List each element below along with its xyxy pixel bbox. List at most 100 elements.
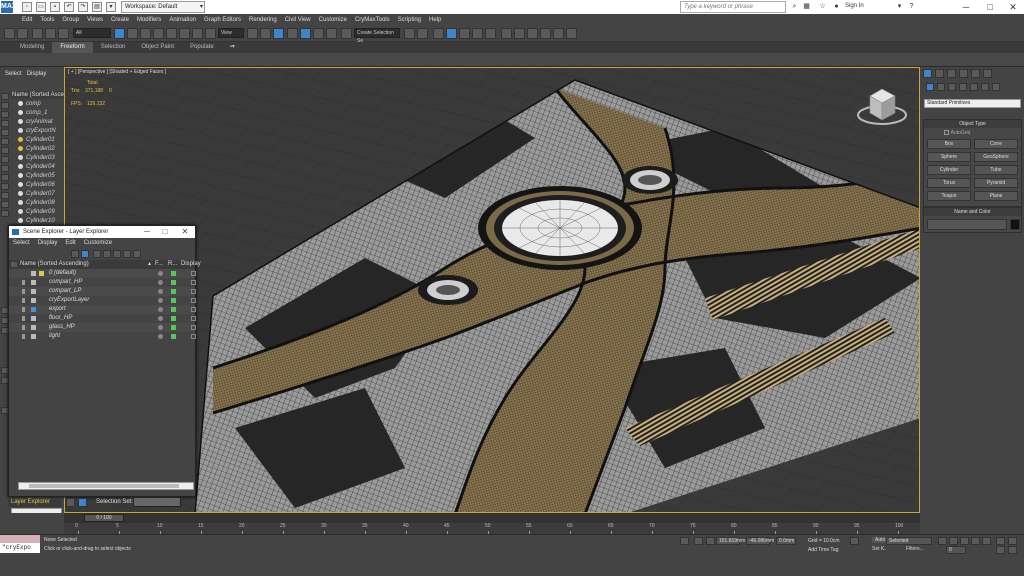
list-item[interactable]: Cylinder03 bbox=[10, 154, 64, 163]
helpers-icon[interactable] bbox=[970, 83, 978, 91]
list-item[interactable]: Cylinder08 bbox=[10, 199, 64, 208]
angle-snap-icon[interactable] bbox=[300, 28, 311, 39]
save-file-icon[interactable]: ▪ bbox=[50, 2, 60, 12]
display-toggle-icon[interactable] bbox=[191, 289, 196, 294]
display-tab-icon[interactable] bbox=[971, 69, 980, 78]
freeze-toggle-icon[interactable] bbox=[158, 307, 163, 312]
move-icon[interactable] bbox=[166, 28, 177, 39]
create-tab-icon[interactable] bbox=[923, 69, 932, 78]
display-all-icon[interactable] bbox=[1, 201, 9, 208]
maximize-button[interactable]: □ bbox=[979, 0, 1001, 14]
table-row[interactable]: compart_LP bbox=[9, 287, 196, 296]
display-toggle-icon[interactable] bbox=[191, 307, 196, 312]
expand-arrow-icon[interactable] bbox=[22, 298, 25, 303]
tab-modeling[interactable]: Modeling bbox=[12, 42, 52, 53]
filter-shapes-icon[interactable] bbox=[1, 102, 9, 109]
menu-rendering[interactable]: Rendering bbox=[245, 14, 281, 26]
layer-properties-icon[interactable] bbox=[113, 250, 121, 258]
list-item[interactable]: cryExportN bbox=[10, 127, 64, 136]
layer-explorer-titlebar[interactable]: Scene Explorer - Layer Explorer ─ □ ✕ bbox=[9, 226, 195, 238]
freeze-toggle-icon[interactable] bbox=[158, 280, 163, 285]
menu-scripting[interactable]: Scripting bbox=[394, 14, 425, 26]
schematic-view-icon[interactable] bbox=[485, 28, 496, 39]
expand-arrow-icon[interactable] bbox=[22, 289, 25, 294]
display-toggle-icon[interactable] bbox=[191, 334, 196, 339]
list-item[interactable]: Cylinder09 bbox=[10, 208, 64, 217]
list-item[interactable]: comp_1 bbox=[10, 109, 64, 118]
cone-button[interactable]: Cone bbox=[974, 139, 1018, 149]
modify-tab-icon[interactable] bbox=[935, 69, 944, 78]
layer-menu-edit[interactable]: Edit bbox=[61, 238, 79, 249]
filter-groups-icon[interactable] bbox=[1, 147, 9, 154]
render-in-cloud-icon[interactable] bbox=[553, 28, 564, 39]
filter-hidden-icon[interactable] bbox=[1, 192, 9, 199]
time-slider[interactable]: 0 / 100 bbox=[64, 513, 920, 523]
tab-selection[interactable]: Selection bbox=[93, 42, 134, 53]
layer-tool-icon[interactable] bbox=[71, 250, 79, 258]
undo-icon[interactable] bbox=[4, 28, 15, 39]
named-selection-dropdown[interactable]: Create Selection Se bbox=[354, 28, 400, 44]
add-time-tag-button[interactable]: Add Time Tag bbox=[808, 547, 838, 553]
autogrid-checkbox[interactable]: AutoGrid bbox=[944, 130, 970, 136]
key-filters-button[interactable]: Filters... bbox=[906, 546, 924, 552]
quick-access-menu-icon[interactable]: ▾ bbox=[106, 2, 116, 12]
object-name-field[interactable] bbox=[927, 219, 1007, 230]
scene-list-header[interactable]: Name (Sorted Ascending) bbox=[10, 91, 64, 99]
column-name[interactable]: Name (Sorted Ascending) bbox=[20, 260, 89, 269]
viewport-label-menu[interactable]: [ + ] [Perspective ] [Shaded + Edged Fac… bbox=[68, 69, 166, 75]
minimize-button[interactable]: ─ bbox=[141, 226, 153, 238]
favorites-icon[interactable]: ☆ bbox=[818, 3, 827, 11]
user-icon[interactable]: ● bbox=[832, 3, 841, 11]
align-icon[interactable] bbox=[417, 28, 428, 39]
menu-graph-editors[interactable]: Graph Editors bbox=[200, 14, 245, 26]
tab-object-paint[interactable]: Object Paint bbox=[133, 42, 182, 53]
expand-arrow-icon[interactable] bbox=[22, 325, 25, 330]
object-color-swatch[interactable] bbox=[1010, 219, 1020, 230]
selection-filter-dropdown[interactable]: All bbox=[73, 28, 111, 38]
table-row[interactable]: 0 (default) bbox=[9, 269, 196, 278]
systems-icon[interactable] bbox=[992, 83, 1000, 91]
list-item[interactable]: cryAnimat bbox=[10, 118, 64, 127]
column-freeze[interactable]: F... bbox=[155, 260, 163, 269]
project-folder-icon[interactable]: ▤ bbox=[92, 2, 102, 12]
list-item[interactable]: Cylinder02 bbox=[10, 145, 64, 154]
time-slider-thumb[interactable]: 0 / 100 bbox=[84, 514, 124, 522]
open-file-icon[interactable]: ▭ bbox=[36, 2, 46, 12]
geosphere-button[interactable]: GeoSphere bbox=[974, 152, 1018, 162]
list-item[interactable]: Cylinder05 bbox=[10, 172, 64, 181]
horizontal-scrollbar[interactable] bbox=[18, 482, 194, 490]
pivot-center-icon[interactable] bbox=[247, 28, 258, 39]
maximize-button[interactable]: □ bbox=[159, 226, 171, 238]
go-to-end-icon[interactable] bbox=[982, 537, 991, 545]
pan-icon[interactable] bbox=[996, 546, 1005, 554]
snaps-toggle-icon[interactable] bbox=[287, 28, 298, 39]
table-row[interactable]: compart_HP bbox=[9, 278, 196, 287]
space-warps-icon[interactable] bbox=[981, 83, 989, 91]
percent-snap-icon[interactable] bbox=[313, 28, 324, 39]
move-to-layer-icon[interactable] bbox=[123, 250, 131, 258]
menu-animation[interactable]: Animation bbox=[165, 14, 200, 26]
window-crossing-icon[interactable] bbox=[153, 28, 164, 39]
render-toggle-icon[interactable] bbox=[171, 325, 176, 330]
filter-containers-icon[interactable] bbox=[1, 174, 9, 181]
name-and-color-title[interactable]: Name and Color bbox=[924, 208, 1021, 216]
undo-icon[interactable]: ↶ bbox=[64, 2, 74, 12]
absolute-mode-icon[interactable] bbox=[706, 537, 715, 545]
close-button[interactable]: ✕ bbox=[1002, 0, 1024, 14]
render-toggle-icon[interactable] bbox=[171, 271, 176, 276]
chevron-down-icon[interactable]: ▾ bbox=[895, 3, 904, 11]
menu-customize[interactable]: Customize bbox=[315, 14, 351, 26]
display-none-icon[interactable] bbox=[1, 210, 9, 217]
track-bar[interactable]: 0 5 10 15 20 25 30 35 40 45 50 55 60 65 70 75 80 85 90 95 10… bbox=[64, 523, 920, 534]
maxscript-listener-strip[interactable] bbox=[0, 535, 40, 543]
table-row[interactable]: cryExportLayer bbox=[9, 296, 196, 305]
menu-group[interactable]: Group bbox=[58, 14, 83, 26]
workspace-dropdown[interactable]: Workspace: Default bbox=[121, 1, 205, 13]
menu-crymaxtools[interactable]: CryMaxTools bbox=[351, 14, 394, 26]
display-toggle-icon[interactable] bbox=[191, 316, 196, 321]
table-row[interactable]: floor_HP bbox=[9, 314, 196, 323]
menu-modifiers[interactable]: Modifiers bbox=[133, 14, 165, 26]
lights-icon[interactable] bbox=[948, 83, 956, 91]
scrollbar-thumb[interactable] bbox=[29, 484, 179, 488]
display-toggle-icon[interactable] bbox=[191, 325, 196, 330]
